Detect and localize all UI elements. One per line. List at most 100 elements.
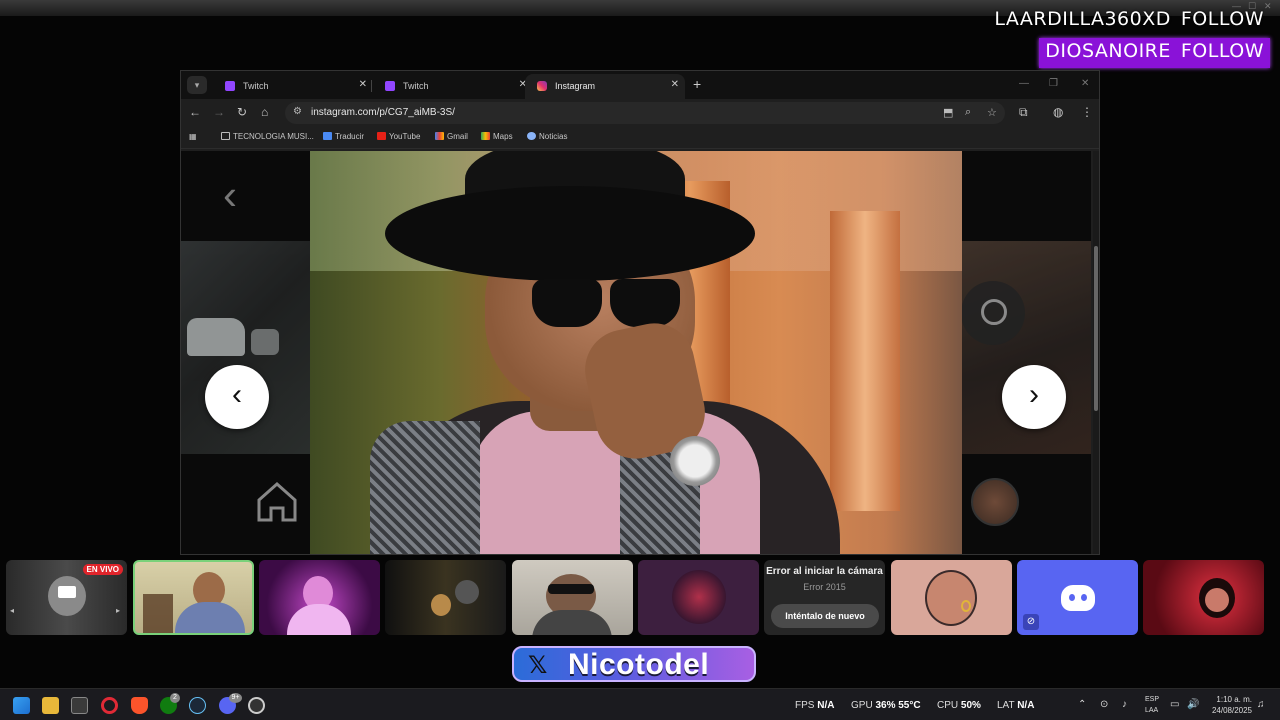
- gpu-stat: GPU 36% 55°C: [851, 700, 921, 711]
- social-handle-banner: 𝕏 Nicotodel: [512, 646, 756, 682]
- mic-muted-icon: ⊘: [1023, 614, 1039, 630]
- bookmark-label: YouTube: [389, 132, 421, 141]
- camera-tile[interactable]: [1143, 560, 1264, 635]
- messenger-icon[interactable]: [961, 281, 1025, 345]
- lat-value: N/A: [1017, 700, 1035, 711]
- camera-tile-avatar[interactable]: [891, 560, 1012, 635]
- tab-bar: ▾ Twitch ✕ Twitch ✕ Instagram ✕ + — ❐ ✕: [181, 71, 1099, 99]
- tray-app-icon[interactable]: ⊙: [1100, 699, 1108, 710]
- opera-icon[interactable]: [101, 697, 118, 714]
- profile-avatar[interactable]: ◍: [1053, 105, 1063, 119]
- cpu-label: CPU: [937, 700, 959, 711]
- bookmark-gmail[interactable]: Gmail: [435, 132, 468, 141]
- fps-stat: FPS N/A: [795, 700, 834, 711]
- instagram-post-viewer: ‹ ‹ ›: [181, 151, 1091, 554]
- live-badge: EN VIVO: [82, 564, 123, 575]
- gpu-temp: 55°C: [898, 700, 921, 711]
- cpu-value: 50%: [960, 700, 981, 711]
- gmail-icon: [435, 132, 444, 140]
- language-indicator[interactable]: ESP LAA: [1145, 694, 1159, 716]
- car-shape: [251, 329, 279, 355]
- menu-dots-icon[interactable]: ⋮: [1081, 105, 1093, 119]
- prev-page-icon[interactable]: ◂: [10, 606, 14, 615]
- clock-time: 1:10 a. m.: [1216, 695, 1252, 704]
- home-icon[interactable]: ⌂: [261, 105, 268, 119]
- retry-button[interactable]: Inténtalo de nuevo: [771, 604, 879, 628]
- camera-tile[interactable]: EN VIVO ◂ ▸: [6, 560, 127, 635]
- follow-alert: LAARDILLA360XD FOLLOW: [988, 6, 1270, 34]
- navigation-bar: ← → ↻ ⌂ ⚙ instagram.com/p/CG7_aiMB-3S/ ⬒…: [181, 99, 1099, 127]
- previous-arrow-button[interactable]: ‹: [205, 365, 269, 429]
- bookmark-noticias[interactable]: Noticias: [527, 132, 567, 141]
- next-arrow-button[interactable]: ›: [1002, 365, 1066, 429]
- scrollbar[interactable]: [1093, 151, 1099, 554]
- reload-icon[interactable]: ↻: [237, 105, 247, 119]
- bookmark-traducir[interactable]: Traducir: [323, 132, 364, 141]
- camera-tile[interactable]: [385, 560, 506, 635]
- bookmark-tecnologia[interactable]: TECNOLOGIA MUSI...: [221, 132, 314, 141]
- instagram-icon: [537, 81, 547, 91]
- brave-icon[interactable]: [131, 697, 148, 714]
- user-avatar[interactable]: [971, 478, 1019, 526]
- windows-start-icon[interactable]: [13, 697, 30, 714]
- twitch-icon: [225, 81, 235, 91]
- camera-tile[interactable]: [259, 560, 380, 635]
- forward-icon[interactable]: →: [213, 105, 225, 119]
- restore-icon[interactable]: ❐: [1049, 78, 1058, 89]
- tab-search-dropdown-icon[interactable]: ▾: [187, 76, 207, 94]
- url-text: instagram.com/p/CG7_aiMB-3S/: [311, 107, 455, 118]
- back-chevron-icon[interactable]: ‹: [223, 171, 237, 219]
- tab-label: Twitch: [403, 81, 429, 91]
- post-photo[interactable]: [310, 151, 962, 554]
- bookmark-label: Gmail: [447, 132, 468, 141]
- close-window-icon[interactable]: ✕: [1081, 78, 1089, 89]
- camera-tile-selected[interactable]: [133, 560, 254, 635]
- install-app-icon[interactable]: ⬒: [943, 106, 953, 119]
- minimize-icon[interactable]: —: [1019, 78, 1029, 89]
- bookmark-youtube[interactable]: YouTube: [377, 132, 420, 141]
- tab-instagram[interactable]: Instagram ✕: [525, 74, 685, 99]
- apps-grid-icon[interactable]: ▦: [189, 132, 197, 141]
- zoom-icon[interactable]: ⌕: [965, 106, 971, 119]
- network-icon[interactable]: ▭: [1170, 699, 1179, 710]
- bookmark-maps[interactable]: Maps: [481, 132, 513, 141]
- tab-twitch-2[interactable]: Twitch ✕: [373, 74, 533, 99]
- next-page-icon[interactable]: ▸: [116, 606, 120, 615]
- new-tab-icon[interactable]: +: [693, 76, 701, 92]
- youtube-icon: [377, 132, 386, 140]
- steam-icon[interactable]: [189, 697, 206, 714]
- obs-icon[interactable]: [248, 697, 265, 714]
- clock[interactable]: 1:10 a. m. 24/08/2025: [1212, 694, 1252, 716]
- close-tab-icon[interactable]: ✕: [671, 79, 679, 90]
- store-icon[interactable]: [71, 697, 88, 714]
- back-icon[interactable]: ←: [189, 105, 201, 119]
- camera-tile[interactable]: [512, 560, 633, 635]
- file-explorer-icon[interactable]: [42, 697, 59, 714]
- gpu-label: GPU: [851, 700, 873, 711]
- extensions-icon[interactable]: ⧉: [1019, 105, 1028, 120]
- cpu-stat: CPU 50%: [937, 700, 981, 711]
- notification-bell-icon[interactable]: ♫: [1257, 699, 1265, 710]
- home-icon[interactable]: [253, 476, 301, 524]
- bookmarks-bar: ▦ TECNOLOGIA MUSI... Traducir YouTube Gm…: [181, 127, 1099, 149]
- camera-error-tile: Error al iniciar la cámara Error 2015 In…: [764, 560, 885, 635]
- scrollbar-thumb[interactable]: [1094, 246, 1098, 411]
- camera-tile-avatar[interactable]: [638, 560, 759, 635]
- discord-badge: 9+: [229, 693, 242, 703]
- social-handle: Nicotodel: [568, 648, 710, 681]
- address-bar[interactable]: ⚙ instagram.com/p/CG7_aiMB-3S/ ⬒ ⌕ ☆: [285, 102, 1005, 124]
- tab-twitch-1[interactable]: Twitch ✕: [213, 74, 373, 99]
- camera-error-title: Error al iniciar la cámara: [766, 566, 883, 577]
- microphone-icon[interactable]: ♪: [1122, 699, 1127, 710]
- close-tab-icon[interactable]: ✕: [359, 79, 367, 90]
- discord-icon: [1061, 585, 1095, 611]
- volume-icon[interactable]: 🔊: [1187, 699, 1199, 710]
- gpu-value: 36%: [875, 700, 896, 711]
- bookmark-star-icon[interactable]: ☆: [987, 106, 997, 119]
- discord-tile[interactable]: ⊘: [1017, 560, 1138, 635]
- site-info-icon[interactable]: ⚙: [293, 106, 302, 117]
- tab-divider: [371, 80, 372, 92]
- bookmark-label: Maps: [493, 132, 513, 141]
- tray-chevron-icon[interactable]: ⌃: [1078, 699, 1086, 710]
- lat-label: LAT: [997, 700, 1015, 711]
